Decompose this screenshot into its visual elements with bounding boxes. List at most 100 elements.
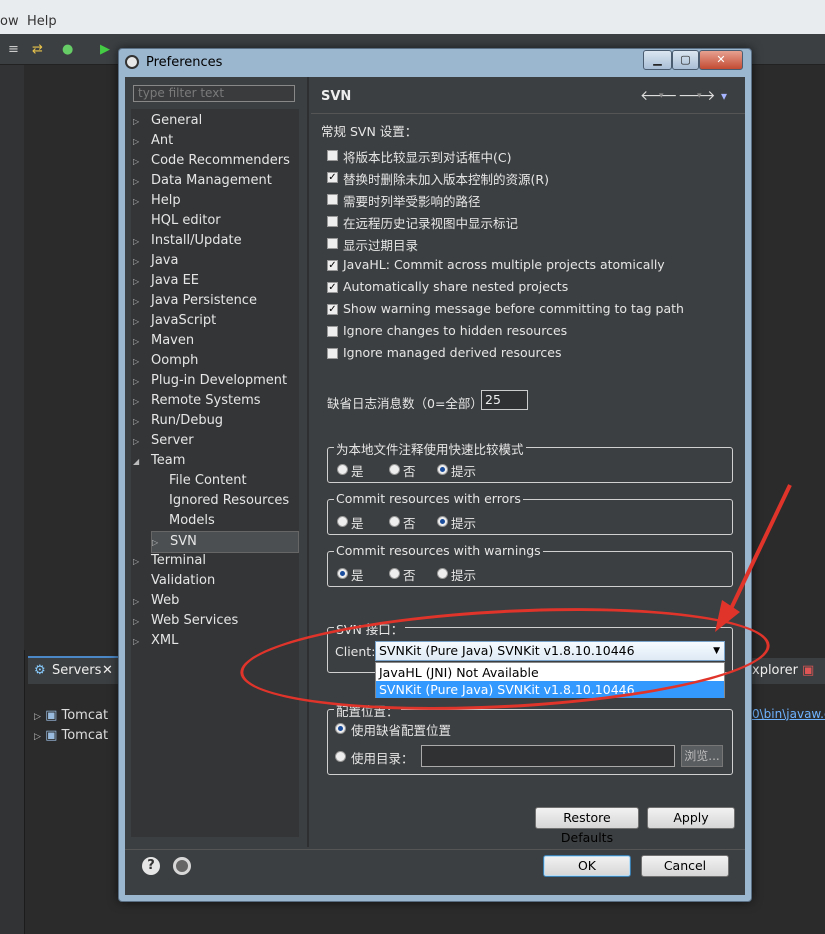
sash[interactable] bbox=[307, 77, 309, 847]
client-option[interactable]: JavaHL (JNI) Not Available bbox=[376, 664, 724, 681]
tree-item[interactable]: File Content bbox=[151, 471, 247, 491]
tree-item[interactable]: ▷ XML bbox=[133, 631, 178, 651]
tree-item[interactable]: ▷ Code Recommenders bbox=[133, 151, 290, 171]
radio-button[interactable] bbox=[389, 464, 400, 475]
tree-item[interactable]: ▷ Terminal bbox=[133, 551, 206, 571]
tree-item[interactable]: HQL editor bbox=[133, 211, 221, 231]
expand-icon[interactable]: ▷ bbox=[133, 392, 151, 412]
expand-icon[interactable]: ▷ bbox=[133, 312, 151, 332]
tree-item[interactable]: ▷ Maven bbox=[133, 331, 194, 351]
view-menu-icon[interactable]: ▾ bbox=[721, 89, 727, 103]
tree-item[interactable]: ▷ Help bbox=[133, 191, 181, 211]
tree-item[interactable]: ▷ Data Management bbox=[133, 171, 272, 191]
checkbox[interactable] bbox=[327, 150, 338, 161]
filter-input[interactable]: type filter text bbox=[133, 85, 295, 102]
radio-button[interactable] bbox=[337, 568, 348, 579]
client-option-selected[interactable]: SVNKit (Pure Java) SVNKit v1.8.10.10446 bbox=[376, 681, 724, 698]
radio-button[interactable] bbox=[337, 464, 348, 475]
checkbox[interactable] bbox=[327, 348, 338, 359]
expand-icon[interactable]: ▷ bbox=[133, 232, 151, 252]
expand-icon[interactable]: ▷ bbox=[133, 552, 151, 572]
apply-button[interactable]: Apply bbox=[647, 807, 735, 829]
expand-icon[interactable]: ◢ bbox=[133, 452, 151, 472]
toolbar-icon[interactable]: ≡ bbox=[8, 42, 19, 57]
expand-icon[interactable]: ▷ bbox=[133, 372, 151, 392]
tree-item[interactable]: ▷ Ant bbox=[133, 131, 173, 151]
maximize-button[interactable]: ▢ bbox=[672, 50, 699, 70]
browse-button[interactable]: 浏览... bbox=[681, 745, 723, 767]
expand-icon[interactable]: ▷ bbox=[133, 292, 151, 312]
radio-button[interactable] bbox=[437, 464, 448, 475]
dialog-titlebar[interactable]: Preferences ▁ ▢ ✕ bbox=[119, 49, 751, 77]
expand-icon[interactable]: ▷ bbox=[133, 112, 151, 132]
run-icon[interactable]: ▶ bbox=[100, 42, 110, 57]
expand-icon[interactable]: ▷ bbox=[152, 533, 170, 553]
toolbar-icon[interactable]: ⇄ bbox=[32, 42, 43, 57]
radio-button[interactable] bbox=[337, 516, 348, 527]
custom-dir-radio[interactable] bbox=[335, 751, 346, 762]
checkbox[interactable] bbox=[327, 326, 338, 337]
expand-icon[interactable]: ▷ bbox=[133, 172, 151, 192]
tree-item[interactable]: ▷ SVN bbox=[151, 531, 299, 553]
checkbox[interactable]: ✓ bbox=[327, 282, 338, 293]
config-directory-input[interactable] bbox=[421, 745, 675, 767]
tree-item[interactable]: ▷ Install/Update bbox=[133, 231, 242, 251]
tree-item[interactable]: Ignored Resources bbox=[151, 491, 289, 511]
tree-item[interactable]: ◢ Team bbox=[133, 451, 185, 471]
expand-icon[interactable]: ▷ bbox=[133, 272, 151, 292]
close-button[interactable]: ✕ bbox=[699, 50, 743, 70]
menu-item-help[interactable]: Help bbox=[27, 14, 57, 29]
console-path-link[interactable]: 0\bin\javaw.e bbox=[752, 707, 825, 721]
servers-view-tab[interactable]: ⚙ Servers ✕ bbox=[28, 656, 120, 684]
expand-icon[interactable]: ▷ bbox=[133, 152, 151, 172]
expand-icon[interactable]: ▷ bbox=[133, 252, 151, 272]
radio-button[interactable] bbox=[389, 516, 400, 527]
expand-icon[interactable]: ▷ bbox=[133, 592, 151, 612]
server-row[interactable]: ▷ ▣ Tomcat bbox=[34, 728, 108, 743]
minimize-button[interactable]: ▁ bbox=[643, 50, 672, 70]
tree-item[interactable]: ▷ General bbox=[133, 111, 202, 131]
default-config-radio[interactable] bbox=[335, 723, 346, 734]
expand-icon[interactable]: ▷ bbox=[133, 352, 151, 372]
tree-item[interactable]: ▷ Remote Systems bbox=[133, 391, 261, 411]
tree-item[interactable]: ▷ Plug-in Development bbox=[133, 371, 287, 391]
explorer-view-tab[interactable]: xplorer ▣ bbox=[752, 658, 825, 684]
checkbox[interactable]: ✓ bbox=[327, 172, 338, 183]
tree-item[interactable]: ▷ Web Services bbox=[133, 611, 238, 631]
server-row[interactable]: ▷ ▣ Tomcat bbox=[34, 708, 108, 723]
gear-icon[interactable] bbox=[173, 857, 191, 875]
expand-icon[interactable]: ▷ bbox=[34, 712, 41, 722]
tree-item[interactable]: Models bbox=[151, 511, 215, 531]
help-icon[interactable]: ? bbox=[142, 857, 160, 875]
tree-item[interactable]: ▷ Web bbox=[133, 591, 179, 611]
tree-item[interactable]: ▷ Run/Debug bbox=[133, 411, 223, 431]
log-count-input[interactable]: 25 bbox=[481, 390, 528, 410]
checkbox[interactable] bbox=[327, 238, 338, 249]
checkbox[interactable] bbox=[327, 216, 338, 227]
radio-button[interactable] bbox=[389, 568, 400, 579]
tree-item[interactable]: ▷ Oomph bbox=[133, 351, 198, 371]
chevron-down-icon[interactable]: ▼ bbox=[713, 642, 720, 660]
expand-icon[interactable]: ▷ bbox=[133, 612, 151, 632]
expand-icon[interactable]: ▷ bbox=[133, 332, 151, 352]
close-icon[interactable]: ✕ bbox=[102, 663, 113, 678]
tree-item[interactable]: Validation bbox=[133, 571, 215, 591]
checkbox[interactable]: ✓ bbox=[327, 304, 338, 315]
expand-icon[interactable]: ▷ bbox=[133, 132, 151, 152]
expand-icon[interactable]: ▷ bbox=[133, 632, 151, 652]
menu-item-window[interactable]: ow bbox=[0, 14, 19, 29]
expand-icon[interactable]: ▷ bbox=[133, 412, 151, 432]
forward-dropdown-icon[interactable]: ▾ bbox=[697, 91, 702, 101]
ok-button[interactable]: OK bbox=[543, 855, 631, 877]
tree-item[interactable]: ▷ Server bbox=[133, 431, 194, 451]
toolbar-icon[interactable]: ● bbox=[62, 42, 73, 57]
expand-icon[interactable]: ▷ bbox=[34, 732, 41, 742]
tree-item[interactable]: ▷ Java EE bbox=[133, 271, 199, 291]
expand-icon[interactable]: ▷ bbox=[133, 432, 151, 452]
client-select[interactable]: SVNKit (Pure Java) SVNKit v1.8.10.10446 … bbox=[375, 641, 725, 661]
radio-button[interactable] bbox=[437, 568, 448, 579]
tree-item[interactable]: ▷ Java bbox=[133, 251, 178, 271]
expand-icon[interactable]: ▷ bbox=[133, 192, 151, 212]
checkbox[interactable]: ✓ bbox=[327, 260, 338, 271]
tree-item[interactable]: ▷ JavaScript bbox=[133, 311, 216, 331]
